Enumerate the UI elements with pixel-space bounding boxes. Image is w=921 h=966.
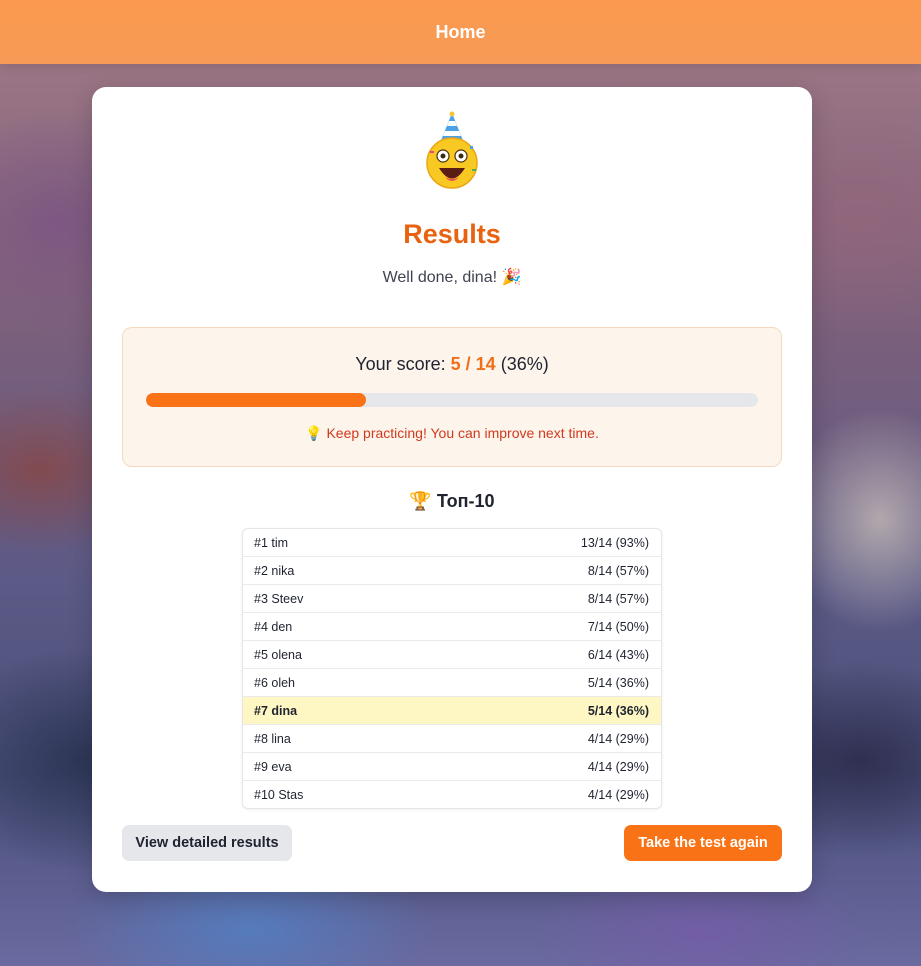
leaderboard-rank-name: #5 olena bbox=[254, 647, 302, 662]
leaderboard-score: 6/14 (43%) bbox=[587, 647, 649, 662]
leaderboard-row: #5 olena 6/14 (43%) bbox=[243, 640, 661, 668]
leaderboard-score: 4/14 (29%) bbox=[587, 731, 649, 746]
leaderboard-rank-name: #9 eva bbox=[254, 759, 292, 774]
leaderboard-row: #2 nika 8/14 (57%) bbox=[243, 556, 661, 584]
leaderboard-row: #9 eva 4/14 (29%) bbox=[243, 752, 661, 780]
score-progress-fill bbox=[146, 393, 367, 407]
leaderboard-row: #10 Stas 4/14 (29%) bbox=[243, 780, 661, 808]
score-value: 5 / 14 bbox=[450, 354, 496, 374]
greeting-subtitle: Well done, dina! 🎉 bbox=[382, 269, 522, 286]
view-detailed-results-button[interactable]: View detailed results bbox=[122, 825, 292, 861]
leaderboard-rank-name: #8 lina bbox=[254, 731, 291, 746]
leaderboard-table: #1 tim 13/14 (93%) #2 nika 8/14 (57%) #3 Ste… bbox=[242, 528, 662, 809]
leaderboard-score: 4/14 (29%) bbox=[587, 787, 649, 802]
leaderboard-score: 4/14 (29%) bbox=[587, 759, 649, 774]
home-link[interactable]: Home bbox=[435, 22, 485, 43]
leaderboard-row-current-user: #7 dina 5/14 (36%) bbox=[243, 696, 661, 724]
leaderboard-row: #3 Steev 8/14 (57%) bbox=[243, 584, 661, 612]
top-nav-bar: Home bbox=[0, 0, 921, 64]
score-progress-bar bbox=[146, 393, 758, 407]
leaderboard-score: 5/14 (36%) bbox=[587, 675, 649, 690]
leaderboard-row: #1 tim 13/14 (93%) bbox=[243, 529, 661, 556]
leaderboard-rank-name: #7 dina bbox=[254, 703, 298, 718]
leaderboard-rank-name: #10 Stas bbox=[254, 787, 304, 802]
leaderboard-title: 🏆 Топ-10 bbox=[409, 491, 495, 511]
leaderboard-score: 13/14 (93%) bbox=[580, 535, 649, 550]
leaderboard-row: #8 lina 4/14 (29%) bbox=[243, 724, 661, 752]
leaderboard-rank-name: #2 nika bbox=[254, 563, 295, 578]
leaderboard-rank-name: #6 oleh bbox=[254, 675, 296, 690]
leaderboard-score: 7/14 (50%) bbox=[587, 619, 649, 634]
leaderboard-rank-name: #1 tim bbox=[254, 535, 289, 550]
results-title: Results bbox=[403, 219, 501, 249]
score-percent: (36%) bbox=[500, 354, 549, 374]
retake-test-button[interactable]: Take the test again bbox=[624, 825, 782, 861]
party-face-icon bbox=[422, 111, 482, 191]
feedback-hint: 💡 Keep practicing! You can improve next … bbox=[305, 425, 599, 441]
leaderboard-score: 8/14 (57%) bbox=[587, 591, 649, 606]
leaderboard-score: 5/14 (36%) bbox=[587, 703, 649, 718]
score-label: Your score: bbox=[355, 354, 446, 374]
leaderboard-score: 8/14 (57%) bbox=[587, 563, 649, 578]
results-card: Results Well done, dina! 🎉 Your score: 5… bbox=[92, 87, 812, 892]
leaderboard-rank-name: #4 den bbox=[254, 619, 293, 634]
score-line: Your score: 5 / 14 (36%) bbox=[123, 354, 781, 375]
leaderboard-rank-name: #3 Steev bbox=[254, 591, 304, 606]
leaderboard-row: #4 den 7/14 (50%) bbox=[243, 612, 661, 640]
score-panel: Your score: 5 / 14 (36%) 💡 Keep practici… bbox=[122, 327, 782, 467]
leaderboard-row: #6 oleh 5/14 (36%) bbox=[243, 668, 661, 696]
